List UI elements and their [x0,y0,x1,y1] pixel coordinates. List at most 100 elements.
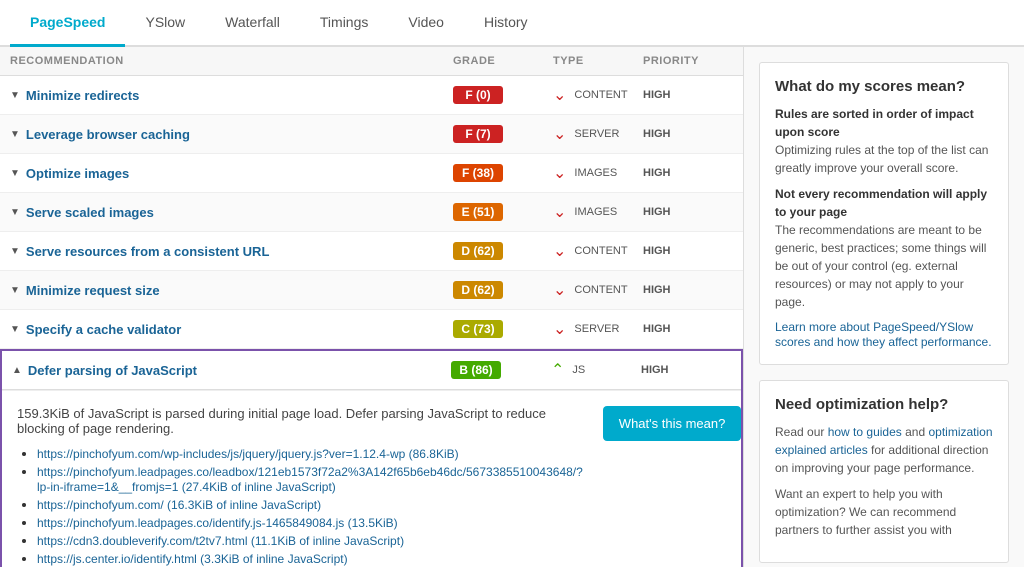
js-link[interactable]: https://pinchofyum.com/wp-includes/js/jq… [37,447,459,461]
expanded-content: 159.3KiB of JavaScript is parsed during … [2,390,741,567]
direction-cell: ⌄ CONTENT [553,280,643,300]
rec-label: Specify a cache validator [26,322,181,337]
chevron-icon: ⌄ [553,280,566,300]
table-row: ▼ Optimize images F (38) ⌄ IMAGES HIGH [0,154,743,193]
grade-badge: E (51) [453,203,503,221]
rec-label: Minimize redirects [26,88,139,103]
tab-yslow[interactable]: YSlow [125,0,205,47]
chevron-icon: ⌄ [553,319,566,339]
rec-label: Serve scaled images [26,205,154,220]
grade-cell: D (62) [453,242,553,260]
table-row: ▼ Leverage browser caching F (7) ⌄ SERVE… [0,115,743,154]
type-label: SERVER [574,128,619,140]
tab-video[interactable]: Video [388,0,464,47]
rec-name-serve-resources-consistent-url[interactable]: ▼ Serve resources from a consistent URL [10,244,453,259]
rec-name-specify-cache-validator[interactable]: ▼ Specify a cache validator [10,322,453,337]
opt-prefix: Read our [775,425,828,439]
type-label: CONTENT [574,284,627,296]
main-layout: RECOMMENDATION GRADE TYPE PRIORITY ▼ Min… [0,47,1024,567]
js-link[interactable]: https://pinchofyum.leadpages.co/identify… [37,516,398,530]
type-label: CONTENT [574,89,627,101]
chevron-icon: ⌄ [553,163,566,183]
direction-cell: ⌄ CONTENT [553,241,643,261]
not-every-text: The recommendations are meant to be gene… [775,223,986,309]
rec-name-minimize-request-size[interactable]: ▼ Minimize request size [10,283,453,298]
direction-cell: ⌄ SERVER [553,319,643,339]
grade-cell: D (62) [453,281,553,299]
expand-arrow: ▼ [10,207,20,218]
expand-arrow: ▼ [10,285,20,296]
optimization-text2: Want an expert to help you with optimiza… [775,485,993,539]
grade-badge: F (0) [453,86,503,104]
list-item: https://pinchofyum.com/ (16.3KiB of inli… [37,497,583,512]
expanded-row: ▲ Defer parsing of JavaScript B (86) ⌃ J… [0,349,743,567]
table-header: RECOMMENDATION GRADE TYPE PRIORITY [0,47,743,76]
rec-label: Minimize request size [26,283,160,298]
expanded-type-label: JS [572,364,585,376]
priority-label: HIGH [643,245,733,257]
grade-cell: F (7) [453,125,553,143]
expand-arrow: ▼ [10,90,20,101]
expanded-row-header: ▲ Defer parsing of JavaScript B (86) ⌃ J… [2,351,741,390]
expanded-direction-cell: ⌃ JS [551,360,641,380]
type-label: IMAGES [574,167,617,179]
grade-cell: E (51) [453,203,553,221]
expanded-description: 159.3KiB of JavaScript is parsed during … [17,406,583,567]
learn-more-link[interactable]: Learn more about PageSpeed/YSlow scores … [775,320,992,349]
whats-mean-container: What's this mean? [603,406,742,441]
js-link[interactable]: https://pinchofyum.leadpages.co/leadbox/… [37,465,583,494]
tab-waterfall[interactable]: Waterfall [205,0,300,47]
priority-label: HIGH [643,128,733,140]
rule-sorted-label: Rules are sorted in order of impact upon… [775,107,974,139]
js-links-list: https://pinchofyum.com/wp-includes/js/jq… [17,446,583,567]
rec-name-serve-scaled-images[interactable]: ▼ Serve scaled images [10,205,453,220]
rec-name-leverage-browser-caching[interactable]: ▼ Leverage browser caching [10,127,453,142]
table-row: ▼ Minimize request size D (62) ⌄ CONTENT… [0,271,743,310]
scores-info-box: What do my scores mean? Rules are sorted… [759,62,1009,365]
col-grade: GRADE [453,55,553,67]
right-panel: What do my scores mean? Rules are sorted… [744,47,1024,567]
expanded-label: Defer parsing of JavaScript [28,363,197,378]
rec-label: Serve resources from a consistent URL [26,244,269,259]
priority-label: HIGH [643,323,733,335]
chevron-up-icon: ⌃ [551,360,564,380]
js-link[interactable]: https://pinchofyum.com/ (16.3KiB of inli… [37,498,321,512]
table-row: ▼ Specify a cache validator C (73) ⌄ SER… [0,310,743,349]
type-label: CONTENT [574,245,627,257]
js-link[interactable]: https://cdn3.doubleverify.com/t2tv7.html… [37,534,404,548]
collapse-arrow: ▲ [12,365,22,376]
js-link[interactable]: https://js.center.io/identify.html (3.3K… [37,552,348,566]
list-item: https://pinchofyum.leadpages.co/leadbox/… [37,464,583,494]
scores-title: What do my scores mean? [775,78,993,95]
tab-pagespeed[interactable]: PageSpeed [10,0,125,47]
rec-name-optimize-images[interactable]: ▼ Optimize images [10,166,453,181]
grade-badge: C (73) [453,320,503,338]
tab-history[interactable]: History [464,0,548,47]
description-text: 159.3KiB of JavaScript is parsed during … [17,406,583,436]
priority-label: HIGH [643,284,733,296]
whats-mean-button[interactable]: What's this mean? [603,406,742,441]
rec-name-minimize-redirects[interactable]: ▼ Minimize redirects [10,88,453,103]
tab-timings[interactable]: Timings [300,0,389,47]
col-recommendation: RECOMMENDATION [10,55,453,67]
opt-middle: and [902,425,929,439]
col-type: TYPE [553,55,643,67]
how-to-link[interactable]: how to guides [828,425,902,439]
grade-cell: C (73) [453,320,553,338]
expand-arrow: ▼ [10,246,20,257]
rec-label: Leverage browser caching [26,127,190,142]
grade-cell: F (38) [453,164,553,182]
optimization-text1: Read our how to guides and optimization … [775,423,993,477]
expand-arrow: ▼ [10,129,20,140]
priority-label: HIGH [643,89,733,101]
expanded-priority-label: HIGH [641,364,731,376]
expanded-grade-badge: B (86) [451,361,501,379]
grade-badge: D (62) [453,242,503,260]
list-item: https://js.center.io/identify.html (3.3K… [37,551,583,566]
tabs-container: PageSpeedYSlowWaterfallTimingsVideoHisto… [0,0,1024,47]
chevron-icon: ⌄ [553,241,566,261]
list-item: https://pinchofyum.com/wp-includes/js/jq… [37,446,583,461]
expanded-rec-name[interactable]: ▲ Defer parsing of JavaScript [12,363,451,378]
type-label: SERVER [574,323,619,335]
direction-cell: ⌄ IMAGES [553,202,643,222]
